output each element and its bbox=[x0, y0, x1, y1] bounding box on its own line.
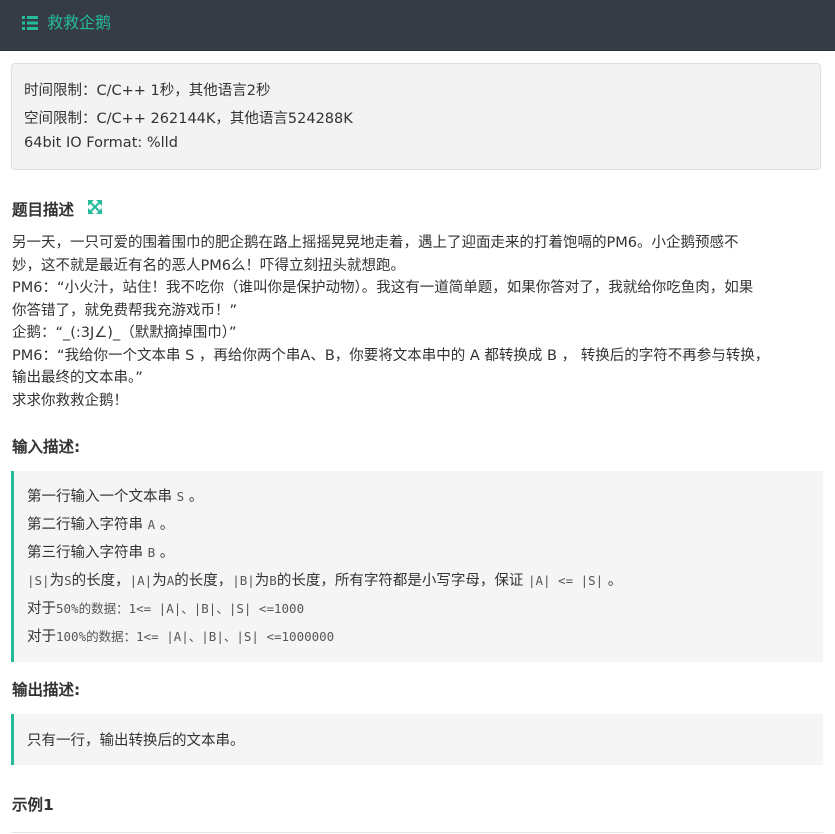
time-limit: 时间限制：C/C++ 1秒，其他语言2秒 bbox=[24, 83, 271, 99]
input-line-2: 第二行输入字符串 A 。 bbox=[27, 517, 175, 533]
description-heading: 题目描述 bbox=[12, 201, 75, 219]
output-heading: 输出描述: bbox=[12, 681, 81, 699]
list-icon bbox=[22, 16, 38, 30]
input-line-3: 第三行输入字符串 B 。 bbox=[27, 545, 175, 561]
input-line-1: 第一行输入一个文本串 S 。 bbox=[27, 489, 204, 505]
input-heading: 输入描述: bbox=[12, 438, 81, 456]
output-text: 只有一行，输出转换后的文本串。 bbox=[27, 733, 245, 749]
example-heading: 示例1 bbox=[12, 796, 54, 814]
description-line: 妙，这不就是最近有名的恶人PM6么！吓得立刻扭头就想跑。 bbox=[12, 257, 405, 274]
divider bbox=[11, 832, 823, 833]
expand-icon[interactable] bbox=[88, 200, 102, 214]
io-format: 64bit IO Format: %lld bbox=[24, 135, 178, 151]
limits-panel: 时间限制：C/C++ 1秒，其他语言2秒 空间限制：C/C++ 262144K，… bbox=[11, 63, 821, 170]
description-line: 企鹅：“_(:3J∠)_（默默摘掉围巾）” bbox=[12, 325, 237, 341]
description-line: 求求你救救企鹅！ bbox=[12, 392, 128, 409]
problem-title: 救救企鹅 bbox=[47, 13, 112, 32]
description-line: PM6：“我给你一个文本串 S ，再给你两个串A、B，你要将文本串中的 A 都转… bbox=[12, 347, 770, 364]
input-description: 第一行输入一个文本串 S 。 第二行输入字符串 A 。 第三行输入字符串 B 。… bbox=[11, 471, 823, 662]
problem-title-link[interactable]: 救救企鹅 bbox=[22, 13, 111, 33]
input-line-4: |S|为S的长度，|A|为A的长度，|B|为B的长度，所有字符都是小写字母，保证… bbox=[27, 573, 623, 589]
description-line: 另一天，一只可爱的围着围巾的肥企鹅在路上摇摇晃晃地走着，遇上了迎面走来的打着饱嗝… bbox=[12, 235, 739, 251]
input-line-6: 对于100%的数据：1<= |A|、|B|、|S| <=1000000 bbox=[27, 629, 335, 645]
description-line: PM6：“小火汁，站住！我不吃你（谁叫你是保护动物）。我这有一道简单题，如果你答… bbox=[12, 280, 754, 296]
description-line: 输出最终的文本串。” bbox=[12, 370, 143, 386]
output-description: 只有一行，输出转换后的文本串。 bbox=[11, 714, 823, 765]
space-limit: 空间限制：C/C++ 262144K，其他语言524288K bbox=[24, 111, 353, 127]
input-line-5: 对于50%的数据：1<= |A|、|B|、|S| <=1000 bbox=[27, 601, 305, 617]
problem-description: 另一天，一只可爱的围着围巾的肥企鹅在路上摇摇晃晃地走着，遇上了迎面走来的打着饱嗝… bbox=[12, 232, 824, 412]
top-bar: 救救企鹅 bbox=[0, 0, 835, 51]
description-line: 你答错了，就免费帮我充游戏币！” bbox=[12, 302, 238, 319]
